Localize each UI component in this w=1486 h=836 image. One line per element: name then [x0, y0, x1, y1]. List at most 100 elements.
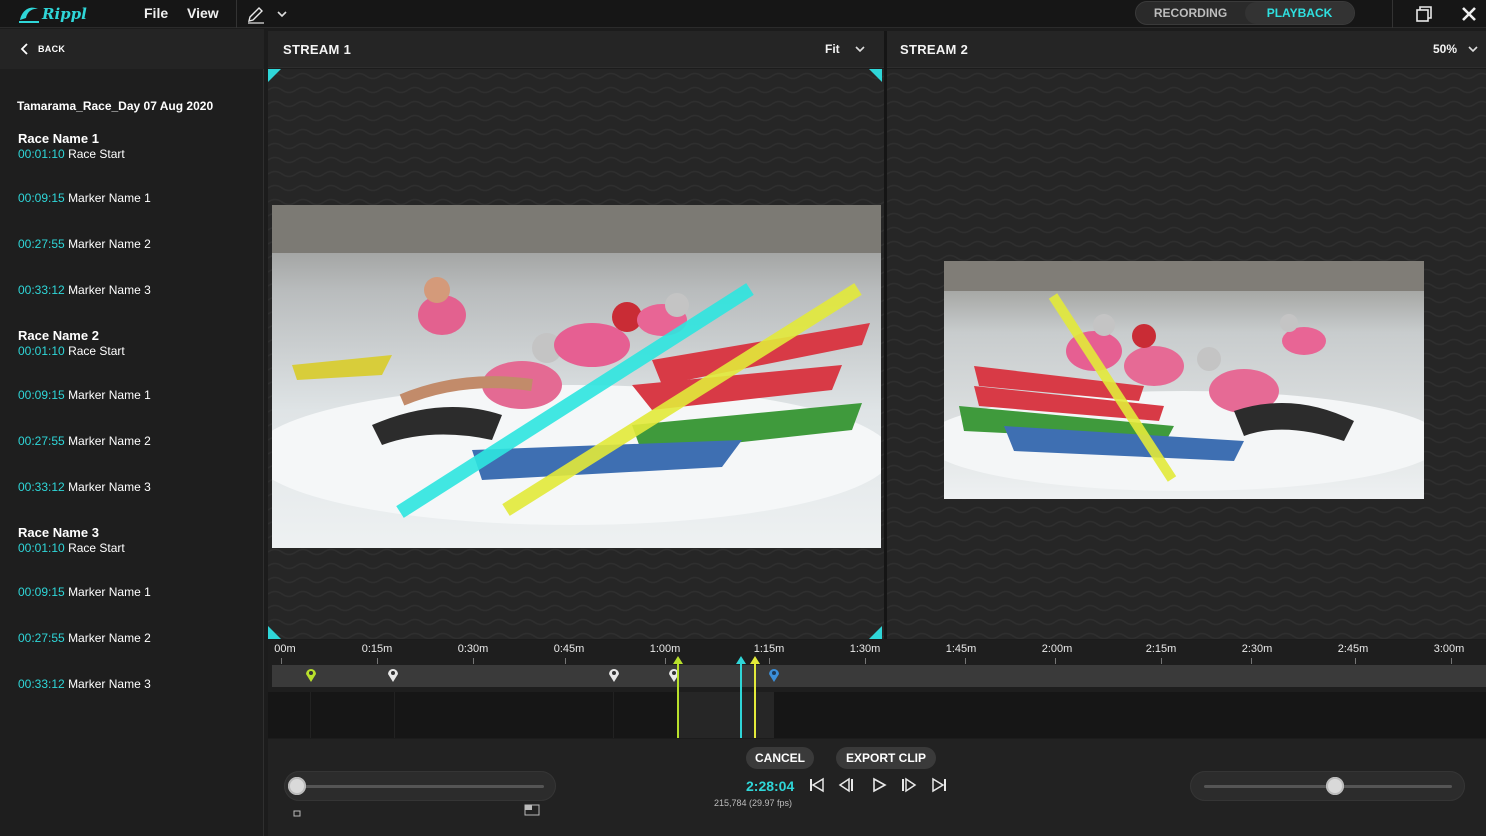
skip-end-icon[interactable] — [930, 777, 948, 793]
corner-handle-icon[interactable] — [268, 625, 282, 639]
play-icon[interactable] — [870, 777, 888, 793]
race-name[interactable]: Race Name 1 — [18, 131, 248, 146]
chevron-down-icon — [855, 46, 865, 53]
step-back-icon[interactable] — [837, 777, 855, 793]
tick-mark — [1451, 658, 1452, 664]
tick-label: 00m — [274, 643, 296, 655]
small-thumbnail-icon — [293, 810, 301, 817]
chevron-down-icon — [277, 11, 287, 18]
marker-label: Marker Name 1 — [68, 585, 151, 599]
timecode: 2:28:04 — [746, 778, 795, 794]
step-forward-icon[interactable] — [900, 777, 918, 793]
marker-item[interactable]: 00:27:55 Marker Name 2 — [18, 237, 248, 251]
top-bar: Rippl File View RECORDING PLAYBACK — [0, 0, 1486, 28]
chevron-left-icon — [20, 43, 28, 55]
marker-pin-icon[interactable] — [608, 668, 620, 682]
chevron-down-icon — [1468, 46, 1478, 53]
stream-1-zoom-dropdown[interactable]: Fit — [825, 42, 866, 56]
marker-pin-icon[interactable] — [305, 668, 317, 682]
export-clip-button[interactable]: EXPORT CLIP — [836, 747, 936, 769]
back-button[interactable]: BACK — [0, 29, 264, 69]
corner-handle-icon[interactable] — [868, 625, 882, 639]
restore-window-icon[interactable] — [1414, 4, 1434, 24]
slider-rail — [302, 785, 544, 788]
playback-controls: CANCEL EXPORT CLIP 2:28:04 215,784 (29.9… — [268, 739, 1486, 836]
stream-2-viewport[interactable] — [887, 69, 1486, 639]
race-name[interactable]: Race Name 2 — [18, 328, 248, 343]
tick-mark — [665, 658, 666, 664]
marker-time: 00:27:55 — [18, 237, 65, 251]
stream-2-zoom-dropdown[interactable]: 50% — [1433, 42, 1479, 56]
marker-label: Marker Name 3 — [68, 283, 151, 297]
stream-2-title: STREAM 2 — [900, 42, 969, 57]
menu-file[interactable]: File — [144, 0, 168, 28]
marker-time: 00:33:12 — [18, 283, 65, 297]
tick-mark — [281, 658, 282, 664]
app-logo: Rippl — [18, 1, 87, 27]
tick-label: 0:30m — [457, 643, 489, 655]
thumbnail-track[interactable] — [268, 692, 1486, 738]
app-logo-text: Rippl — [42, 5, 87, 23]
marker-time: 00:01:10 — [18, 344, 65, 358]
tick-label: 2:30m — [1241, 643, 1273, 655]
thumbnail-size-slider[interactable] — [284, 771, 556, 801]
session-title: Tamarama_Race_Day 07 Aug 2020 — [17, 99, 214, 113]
slider-knob[interactable] — [1326, 777, 1344, 795]
large-thumbnail-icon — [524, 804, 540, 816]
marker-item[interactable]: 00:33:12 Marker Name 3 — [18, 480, 248, 494]
marker-item[interactable]: 00:01:10 Race Start — [18, 541, 248, 555]
marker-label: Marker Name 3 — [68, 480, 151, 494]
marker-time: 00:27:55 — [18, 631, 65, 645]
marker-item[interactable]: 00:09:15 Marker Name 1 — [18, 191, 248, 205]
stream-1-title: STREAM 1 — [283, 42, 352, 57]
corner-handle-icon[interactable] — [868, 69, 882, 83]
marker-time: 00:09:15 — [18, 191, 65, 205]
marker-item[interactable]: 00:33:12 Marker Name 3 — [18, 283, 248, 297]
frame-count: 215,784 (29.97 fps) — [714, 798, 793, 808]
tick-label: 1:15m — [753, 643, 785, 655]
playback-mode-button[interactable]: PLAYBACK — [1245, 2, 1354, 24]
tick-label: 1:30m — [849, 643, 881, 655]
marker-item[interactable]: 00:27:55 Marker Name 2 — [18, 434, 248, 448]
slider-knob[interactable] — [288, 777, 306, 795]
marker-item[interactable]: 00:09:15 Marker Name 1 — [18, 388, 248, 402]
back-label: BACK — [38, 44, 66, 54]
stream-2-header: STREAM 2 50% — [887, 31, 1486, 68]
marker-time: 00:33:12 — [18, 480, 65, 494]
timeline[interactable]: 00m 0:15m 0:30m 0:45m 1:00m 1:15m 1:30m … — [268, 640, 1486, 738]
recording-mode-button[interactable]: RECORDING — [1136, 2, 1245, 24]
pen-tool-dropdown[interactable] — [246, 2, 292, 26]
stream-1-video-frame — [272, 205, 881, 548]
marker-pin-icon[interactable] — [768, 668, 780, 682]
tick-mark — [965, 658, 966, 664]
marker-item[interactable]: 00:01:10 Race Start — [18, 147, 248, 161]
marker-time: 00:01:10 — [18, 147, 65, 161]
marker-item[interactable]: 00:01:10 Race Start — [18, 344, 248, 358]
marker-pin-icon[interactable] — [387, 668, 399, 682]
menu-view[interactable]: View — [187, 0, 219, 28]
cancel-button[interactable]: CANCEL — [746, 747, 814, 769]
thumb-divider — [394, 692, 395, 738]
clip-end-handle[interactable] — [749, 656, 761, 738]
skip-start-icon[interactable] — [808, 777, 826, 793]
marker-label: Marker Name 3 — [68, 677, 151, 691]
tick-label: 1:00m — [649, 643, 681, 655]
wave-logo-icon — [19, 7, 39, 23]
corner-handle-icon[interactable] — [268, 69, 282, 83]
tick-label: 0:15m — [361, 643, 393, 655]
toolbar-divider — [236, 0, 237, 28]
close-icon[interactable] — [1459, 4, 1479, 24]
marker-item[interactable]: 00:09:15 Marker Name 1 — [18, 585, 248, 599]
tick-mark — [1161, 658, 1162, 664]
marker-track[interactable] — [272, 665, 1486, 687]
race-name[interactable]: Race Name 3 — [18, 525, 248, 540]
marker-item[interactable]: 00:27:55 Marker Name 2 — [18, 631, 248, 645]
race-group: Race Name 3 00:01:10 Race Start 00:09:15… — [18, 525, 248, 691]
playhead[interactable] — [735, 656, 747, 738]
stream-1-viewport[interactable] — [268, 69, 884, 639]
marker-item[interactable]: 00:33:12 Marker Name 3 — [18, 677, 248, 691]
marker-time: 00:01:10 — [18, 541, 65, 555]
sidebar: BACK Tamarama_Race_Day 07 Aug 2020 Race … — [0, 29, 264, 836]
zoom-slider[interactable] — [1190, 771, 1465, 801]
clip-start-handle[interactable] — [672, 656, 684, 738]
